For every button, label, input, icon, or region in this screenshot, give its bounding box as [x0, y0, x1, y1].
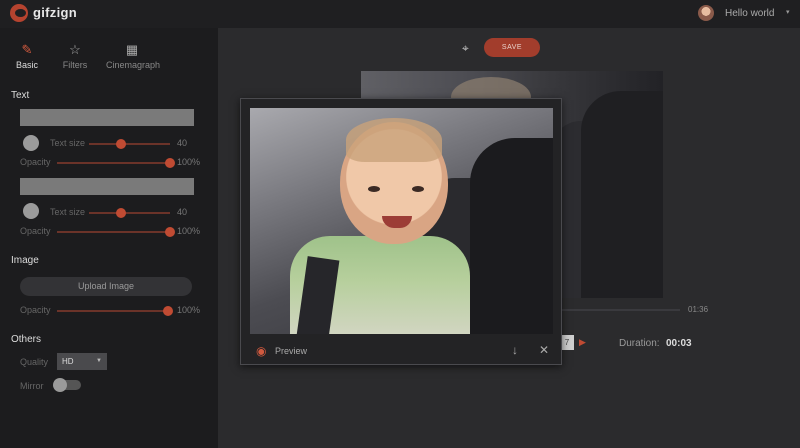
text-size-slider-1[interactable]: [89, 139, 170, 149]
star-icon: ☆: [69, 42, 81, 57]
slider-handle[interactable]: [116, 139, 127, 149]
eye-icon: ◉: [256, 344, 267, 358]
image-section-title: Image: [11, 255, 39, 266]
text-size-label-1: Text size: [50, 138, 86, 148]
avatar[interactable]: [698, 5, 714, 21]
preview-label: Preview: [275, 346, 308, 356]
image-opacity-label: Opacity: [20, 305, 51, 315]
text-input-2[interactable]: [20, 178, 194, 195]
pencil-icon: ✎: [21, 42, 33, 57]
download-icon[interactable]: ↓: [512, 343, 518, 357]
text-size-label-2: Text size: [50, 207, 86, 217]
sidebar: ✎ Basic ☆ Filters ▦ Cinemagraph Text Tex…: [0, 28, 218, 448]
toggle-knob[interactable]: [53, 378, 67, 392]
save-button[interactable]: SAVE: [484, 38, 540, 57]
timeline-track[interactable]: [562, 309, 680, 311]
tab-basic[interactable]: ✎ Basic: [14, 42, 40, 70]
quality-value: HD: [62, 357, 74, 366]
close-icon[interactable]: ✕: [539, 343, 549, 357]
slider-handle[interactable]: [116, 208, 127, 218]
preview-hair: [346, 118, 442, 162]
preview-popup: ◉ Preview ↓ ✕: [240, 98, 562, 365]
play-icon[interactable]: ▶: [579, 337, 586, 348]
mirror-toggle[interactable]: [53, 378, 81, 392]
slider-handle[interactable]: [165, 227, 175, 237]
duration-label: Duration:: [619, 338, 660, 349]
chevron-down-icon: ▼: [96, 358, 102, 364]
preview-eye: [368, 186, 380, 192]
others-section-title: Others: [11, 334, 42, 345]
tab-cinemagraph-label: Cinemagraph: [106, 60, 161, 70]
image-opacity-value: 100%: [177, 305, 201, 315]
preview-eye: [412, 186, 424, 192]
caret-down-icon[interactable]: ▾: [786, 8, 790, 16]
opacity-value-1: 100%: [177, 157, 201, 167]
frame-input[interactable]: 7: [560, 335, 574, 350]
top-bar: gifzign Hello world ▾: [0, 0, 800, 28]
mirror-label: Mirror: [20, 381, 44, 391]
text-size-slider-2[interactable]: [89, 208, 170, 218]
opacity-value-2: 100%: [177, 226, 201, 236]
user-name[interactable]: Hello world: [725, 8, 774, 19]
upload-image-button[interactable]: Upload Image: [20, 277, 192, 296]
quality-select[interactable]: HD ▼: [57, 353, 107, 370]
logo-icon[interactable]: [10, 4, 28, 22]
duration-value: 00:03: [666, 338, 692, 349]
quality-label: Quality: [20, 357, 49, 367]
opacity-slider-2[interactable]: [57, 227, 175, 237]
text-color-picker-1[interactable]: [23, 135, 39, 151]
opacity-label-1: Opacity: [20, 157, 51, 167]
slider-handle[interactable]: [163, 306, 173, 316]
tab-basic-label: Basic: [15, 60, 38, 70]
image-opacity-slider[interactable]: [57, 306, 173, 316]
preview-image: [250, 108, 553, 334]
cursor-select-icon[interactable]: ⌖: [462, 41, 469, 56]
time-end: 01:36: [688, 305, 709, 314]
text-color-picker-2[interactable]: [23, 203, 39, 219]
slider-handle[interactable]: [165, 158, 175, 168]
text-size-value-1: 40: [177, 138, 188, 148]
preview-footer: ◉ Preview ↓ ✕: [241, 339, 561, 365]
film-icon: ▦: [125, 42, 139, 57]
text-input-1[interactable]: [20, 109, 194, 126]
video-seat: [581, 91, 663, 298]
preview-seat: [470, 138, 553, 334]
app-name[interactable]: gifzign: [33, 5, 77, 20]
tab-filters[interactable]: ☆ Filters: [60, 42, 90, 70]
opacity-slider-1[interactable]: [57, 158, 175, 168]
tab-filters-label: Filters: [62, 60, 88, 70]
tab-cinemagraph[interactable]: ▦ Cinemagraph: [106, 42, 161, 70]
text-section-title: Text: [11, 90, 30, 101]
text-size-value-2: 40: [177, 207, 188, 217]
opacity-label-2: Opacity: [20, 226, 51, 236]
